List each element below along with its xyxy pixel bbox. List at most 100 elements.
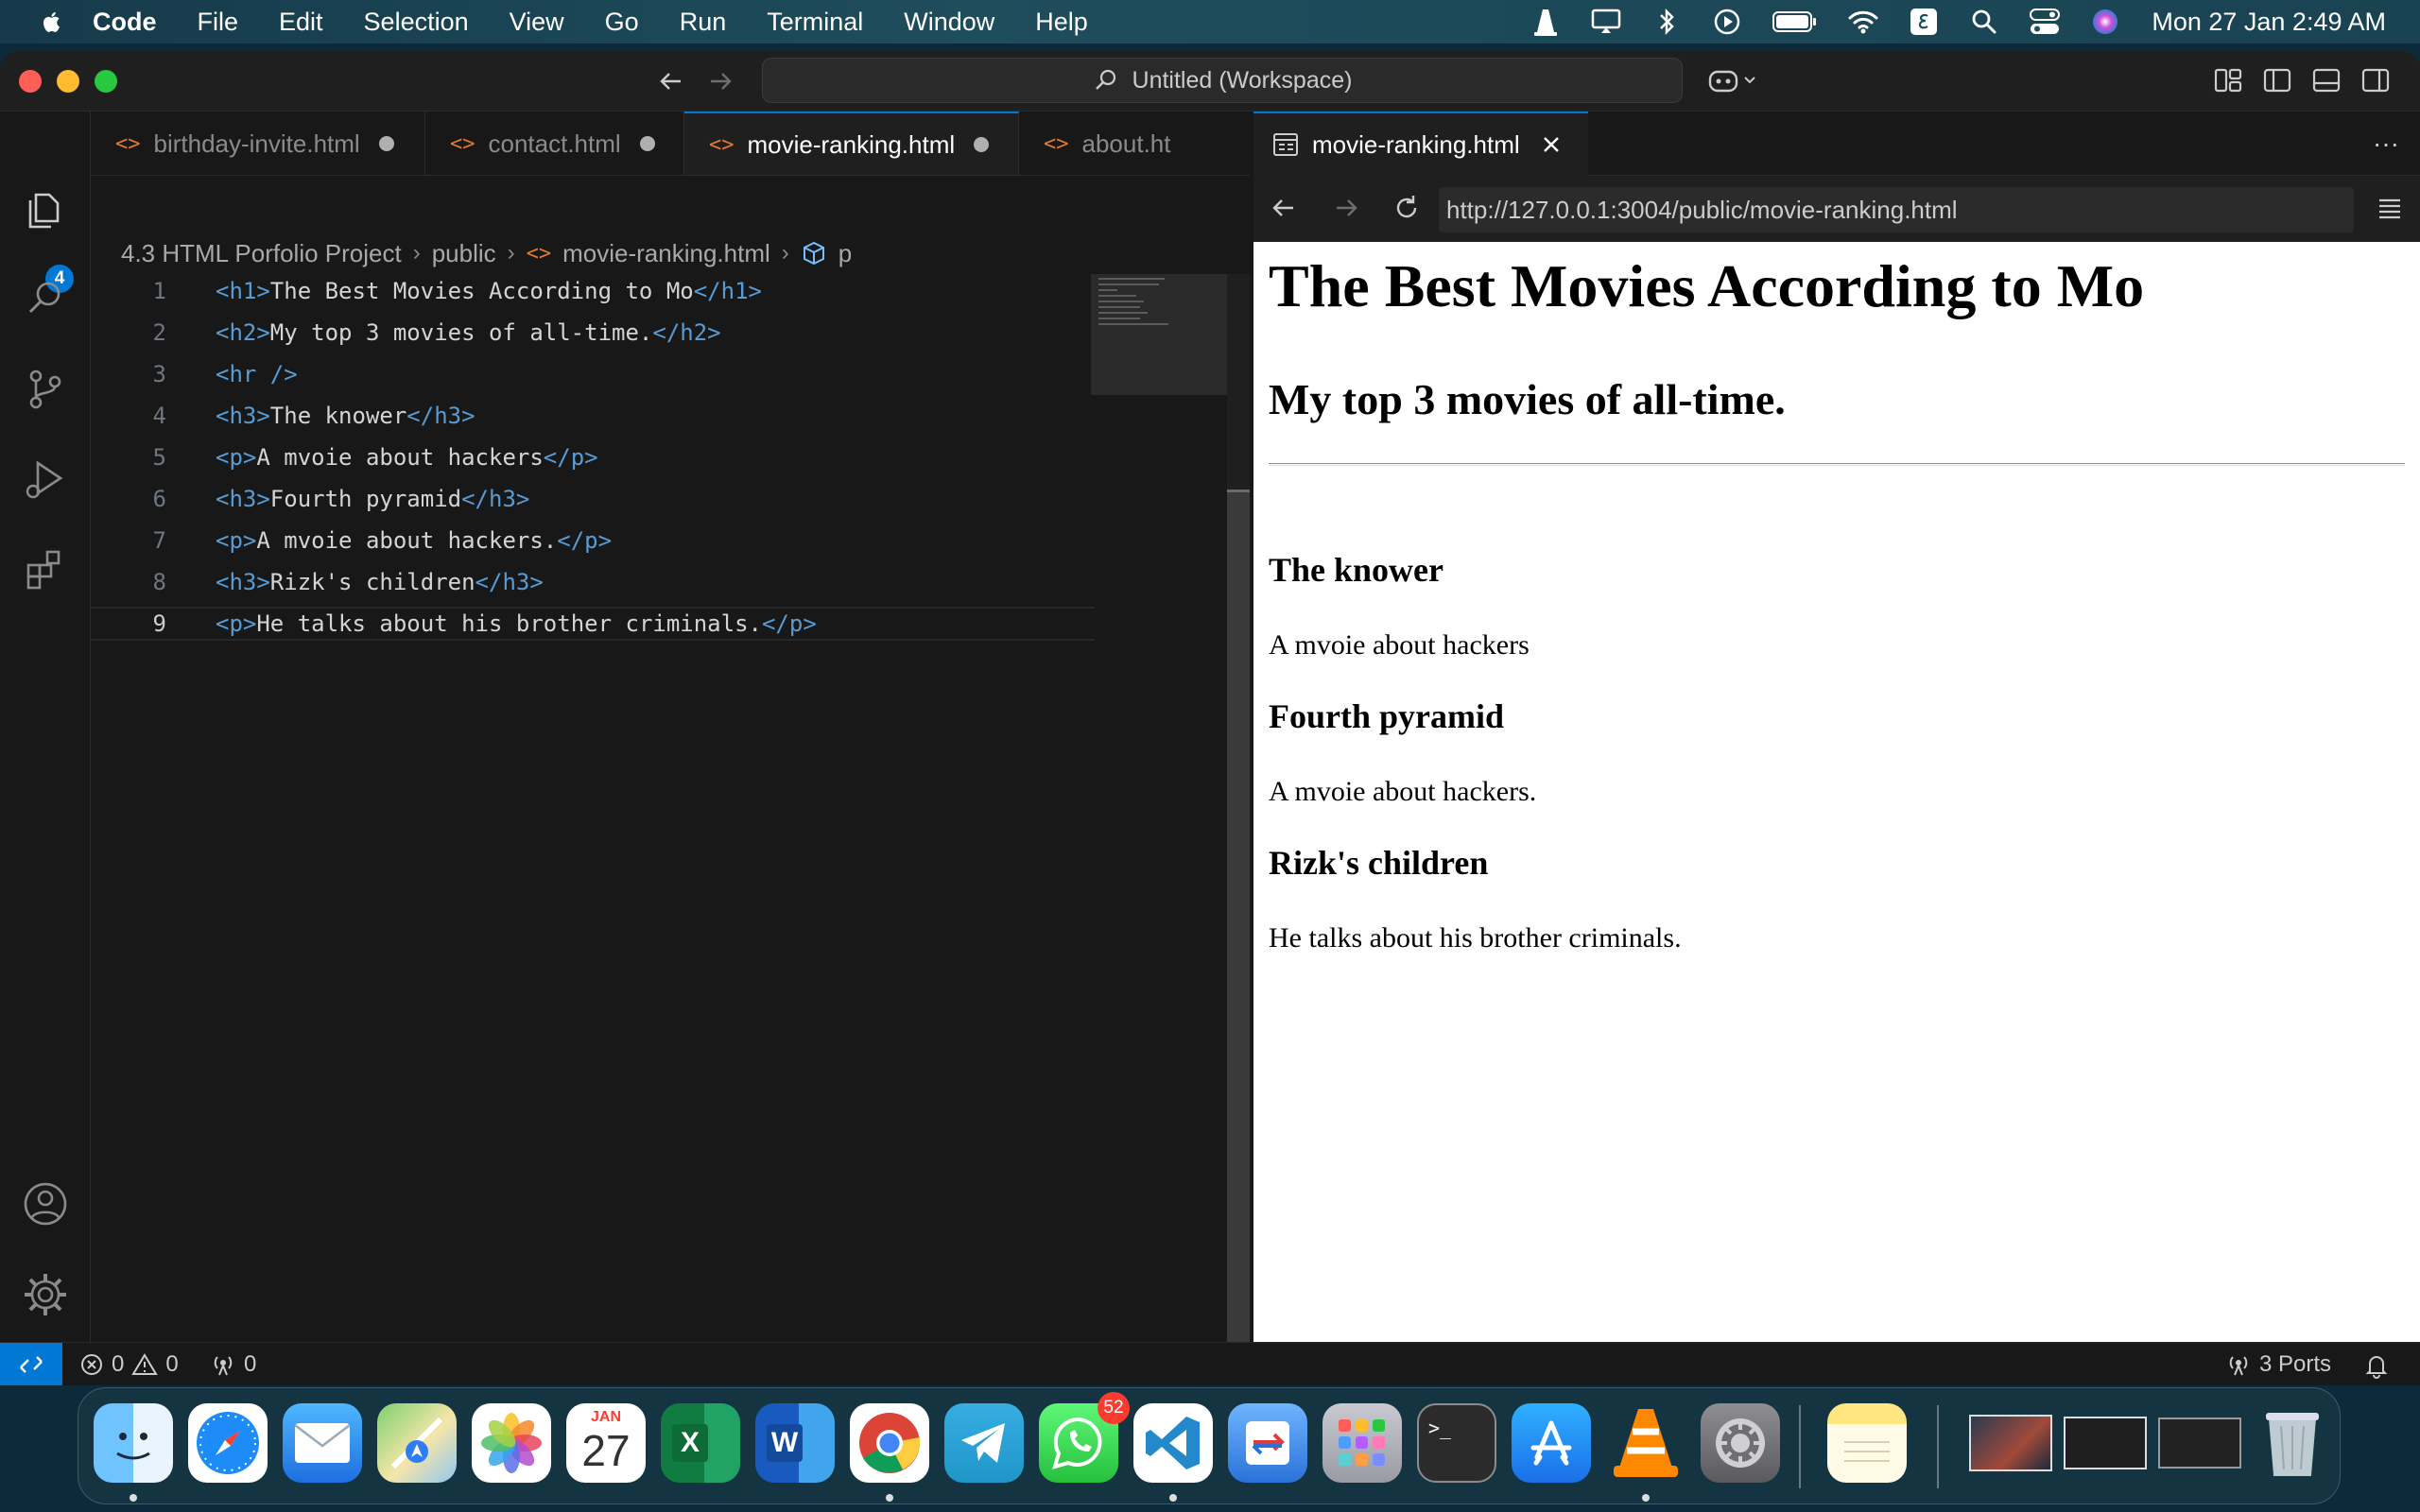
accounts-icon[interactable] (21, 1179, 70, 1228)
toggle-secondary-sidebar-icon[interactable] (2360, 64, 2392, 96)
notifications-bell-icon[interactable] (2363, 1352, 2390, 1379)
menu-window[interactable]: Window (904, 8, 994, 37)
reload-icon[interactable] (1390, 191, 1424, 225)
system-settings-icon[interactable] (1701, 1403, 1780, 1483)
maps-icon[interactable] (377, 1403, 457, 1483)
launchpad-icon[interactable] (1322, 1403, 1402, 1483)
code-line[interactable]: 1 <h1>The Best Movies According to Mo</h1… (91, 274, 1095, 308)
app-store-icon[interactable] (1512, 1403, 1591, 1483)
menu-terminal[interactable]: Terminal (767, 8, 863, 37)
recent-window-thumbnail[interactable] (2154, 1403, 2245, 1483)
menu-file[interactable]: File (198, 8, 239, 37)
close-window-button[interactable] (19, 70, 42, 93)
toggle-primary-sidebar-icon[interactable] (2261, 64, 2293, 96)
minimize-window-button[interactable] (57, 70, 79, 93)
code-line[interactable]: 3 <hr /> (91, 357, 1095, 391)
chrome-icon[interactable] (850, 1403, 929, 1483)
siri-icon[interactable] (2089, 6, 2121, 38)
vlc-menu-icon[interactable] (1530, 6, 1562, 38)
search-view-icon[interactable] (21, 274, 70, 323)
browser-forward-icon[interactable] (1329, 191, 1363, 225)
extensions-icon[interactable] (21, 546, 70, 595)
copilot-icon[interactable] (1707, 64, 1760, 96)
unsaved-dot-icon[interactable] (974, 137, 990, 152)
terminal-icon[interactable]: >_ (1417, 1403, 1496, 1483)
manage-gear-icon[interactable] (21, 1270, 70, 1319)
forwarded-ports-indicator[interactable]: 0 (210, 1343, 256, 1385)
browser-back-icon[interactable] (1267, 191, 1301, 225)
menubar-clock[interactable]: Mon 27 Jan 2:49 AM (2152, 8, 2386, 37)
customize-layout-icon[interactable] (2212, 64, 2244, 96)
zoom-window-button[interactable] (95, 70, 117, 93)
tab-browser-preview[interactable]: movie-ranking.html (1253, 112, 1588, 176)
spotlight-icon[interactable] (1968, 6, 2000, 38)
menu-selection[interactable]: Selection (364, 8, 469, 37)
breadcrumb-folder[interactable]: 4.3 HTML Porfolio Project (121, 239, 402, 268)
now-playing-icon[interactable] (1711, 6, 1743, 38)
battery-icon[interactable] (1772, 6, 1819, 38)
minimap[interactable] (1091, 274, 1227, 395)
control-center-icon[interactable] (2029, 6, 2061, 38)
code-line[interactable]: 2 <h2>My top 3 movies of all-time.</h2> (91, 316, 1095, 350)
screen-mirroring-icon[interactable] (1590, 6, 1622, 38)
browser-menu-icon[interactable] (2375, 193, 2405, 223)
breadcrumb-symbol[interactable]: p (838, 239, 852, 268)
close-tab-icon[interactable] (1539, 132, 1564, 157)
menu-edit[interactable]: Edit (279, 8, 323, 37)
apple-icon[interactable] (36, 8, 68, 36)
word-icon[interactable]: W (755, 1403, 835, 1483)
trash-icon[interactable] (2253, 1403, 2332, 1483)
mail-icon[interactable] (283, 1403, 362, 1483)
code-line[interactable]: 9 <p>He talks about his brother criminals… (91, 607, 1095, 641)
menu-run[interactable]: Run (680, 8, 727, 37)
unsaved-dot-icon[interactable] (378, 136, 394, 151)
tab-contact[interactable]: <> contact.html (425, 112, 684, 175)
tab-birthday-invite[interactable]: <> birthday-invite.html (91, 112, 425, 175)
explorer-icon[interactable] (21, 185, 70, 234)
vlc-dock-icon[interactable] (1606, 1403, 1685, 1483)
editor-scrollbar[interactable] (1227, 274, 1250, 1385)
url-input[interactable]: http://127.0.0.1:3004/public/movie-ranki… (1439, 187, 2354, 232)
recent-window-thumbnail[interactable] (2060, 1403, 2151, 1483)
tab-movie-ranking[interactable]: <> movie-ranking.html (684, 112, 1019, 175)
run-and-debug-icon[interactable] (21, 455, 70, 505)
vscode-dock-icon[interactable] (1133, 1403, 1213, 1483)
code-line[interactable]: 5 <p>A mvoie about hackers</p> (91, 440, 1095, 474)
remote-desktop-icon[interactable] (1228, 1403, 1307, 1483)
recent-window-thumbnail[interactable] (1965, 1403, 2056, 1483)
source-control-icon[interactable] (21, 365, 70, 414)
wifi-icon[interactable] (1847, 6, 1879, 38)
toggle-panel-icon[interactable] (2310, 64, 2342, 96)
finder-icon[interactable] (94, 1403, 173, 1483)
code-editor[interactable]: 1 <h1>The Best Movies According to Mo</h1… (91, 274, 1095, 1342)
menu-go[interactable]: Go (605, 8, 639, 37)
code-line[interactable]: 6 <h3>Fourth pyramid</h3> (91, 482, 1095, 516)
photos-icon[interactable] (472, 1403, 551, 1483)
scrollbar-thumb[interactable] (1227, 490, 1250, 1385)
input-source-icon[interactable] (1908, 6, 1940, 38)
code-line[interactable]: 8 <h3>Rizk's children</h3> (91, 565, 1095, 599)
menu-help[interactable]: Help (1035, 8, 1088, 37)
safari-icon[interactable] (188, 1403, 268, 1483)
breadcrumb-file[interactable]: movie-ranking.html (562, 239, 770, 268)
breadcrumb-public[interactable]: public (432, 239, 496, 268)
problems-indicator[interactable]: 0 0 (79, 1343, 179, 1385)
menu-view[interactable]: View (510, 8, 564, 37)
notes-icon[interactable] (1827, 1403, 1907, 1483)
bluetooth-icon[interactable] (1651, 6, 1683, 38)
unsaved-dot-icon[interactable] (639, 136, 655, 151)
back-arrow-icon[interactable] (654, 64, 688, 98)
tab-about[interactable]: <> about.ht (1019, 112, 1250, 175)
more-actions-icon[interactable]: ··· (2373, 129, 2399, 159)
menu-app-name[interactable]: Code (93, 8, 157, 37)
command-center[interactable]: Untitled (Workspace) (762, 58, 1683, 103)
ports-status[interactable]: 3 Ports (2225, 1343, 2331, 1385)
calendar-icon[interactable]: JAN 27 (566, 1403, 646, 1483)
remote-indicator-button[interactable] (0, 1343, 62, 1385)
whatsapp-icon[interactable]: 52 (1039, 1392, 1130, 1483)
code-line[interactable]: 4 <h3>The knower</h3> (91, 399, 1095, 433)
telegram-icon[interactable] (944, 1403, 1024, 1483)
forward-arrow-icon[interactable] (703, 64, 737, 98)
excel-icon[interactable]: X (661, 1403, 740, 1483)
code-line[interactable]: 7 <p>A mvoie about hackers.</p> (91, 524, 1095, 558)
